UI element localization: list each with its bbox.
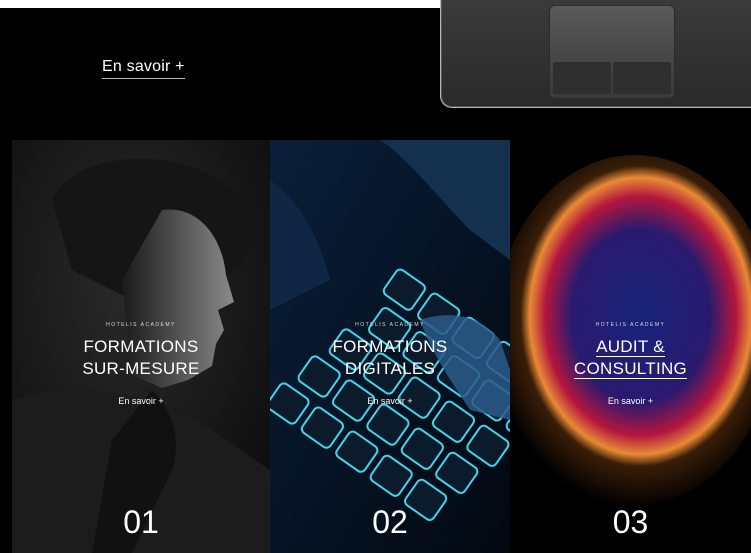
card-3-title-line1-text: AUDIT & (596, 337, 665, 357)
card-3-eyebrow: HOTELIS ACADEMY (595, 322, 666, 328)
trackpad-image (549, 5, 675, 99)
card-3-title-line1: AUDIT & (510, 336, 751, 358)
card-2-number: 02 (372, 504, 408, 540)
top-learn-more-link[interactable]: En savoir + (102, 58, 185, 79)
card-1-text: HOTELIS ACADEMY FORMATIONS SUR-MESURE En… (12, 322, 270, 406)
top-white-strip (0, 0, 440, 8)
card-3-title-line2-text: CONSULTING (573, 359, 688, 379)
card-3-title-line2: CONSULTING (510, 358, 751, 380)
card-3-text: HOTELIS ACADEMY AUDIT & CONSULTING En sa… (510, 322, 751, 406)
card-1-eyebrow: HOTELIS ACADEMY (106, 322, 176, 328)
top-section: En savoir + (0, 0, 751, 140)
card-3-number: 03 (612, 504, 649, 540)
card-2-title-line1: FORMATIONS (332, 337, 448, 356)
card-2-learn-more-link[interactable]: En savoir + (270, 396, 510, 406)
card-formations-sur-mesure[interactable]: HOTELIS ACADEMY FORMATIONS SUR-MESURE En… (12, 140, 270, 553)
card-1-number: 01 (123, 504, 159, 540)
card-1-title-line1: FORMATIONS (83, 337, 199, 356)
trackpad-right-button (613, 62, 671, 94)
card-formations-digitales[interactable]: HOTELIS ACADEMY FORMATIONS DIGITALES En … (270, 140, 510, 553)
card-3-learn-more-link[interactable]: En savoir + (510, 396, 751, 406)
card-1-learn-more-link[interactable]: En savoir + (12, 396, 270, 406)
card-2-title-line2: DIGITALES (344, 359, 436, 378)
card-2-eyebrow: HOTELIS ACADEMY (355, 322, 425, 328)
card-2-text: HOTELIS ACADEMY FORMATIONS DIGITALES En … (270, 322, 510, 406)
card-1-title-line2: SUR-MESURE (82, 359, 200, 378)
trackpad-left-button (553, 62, 611, 94)
card-audit-consulting[interactable]: HOTELIS ACADEMY AUDIT & CONSULTING En sa… (510, 140, 751, 553)
laptop-image (440, 0, 751, 108)
